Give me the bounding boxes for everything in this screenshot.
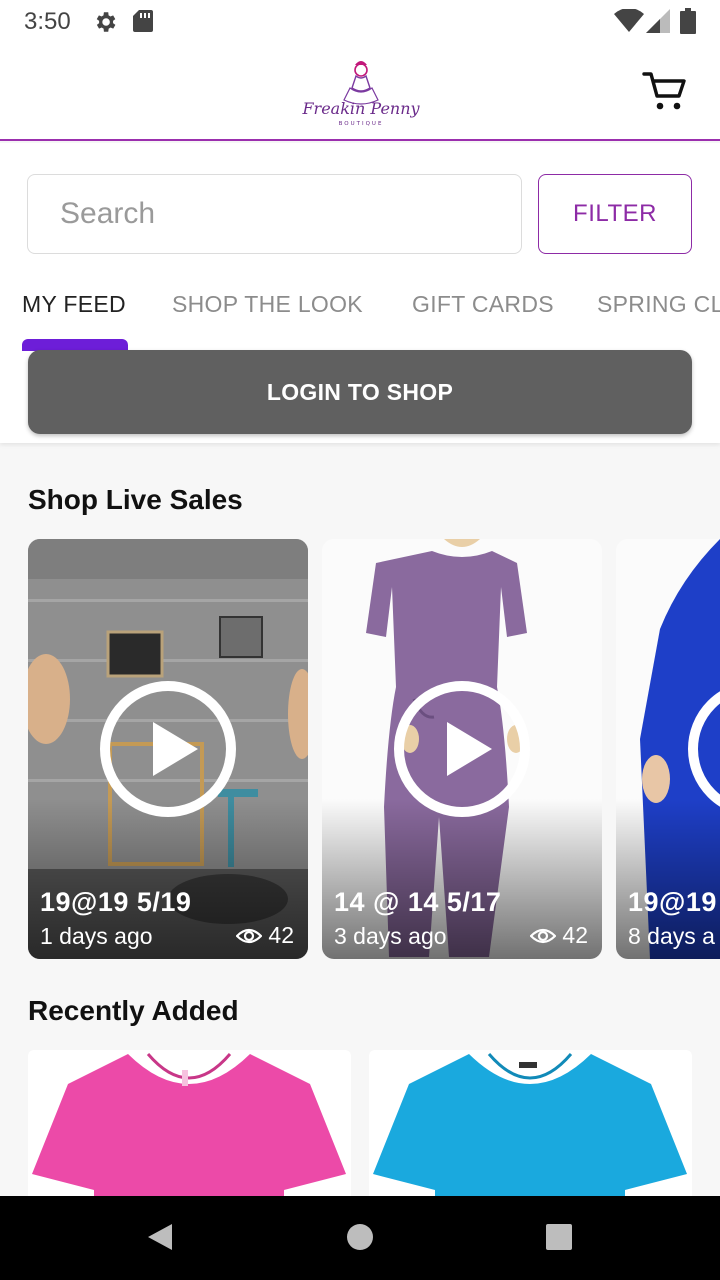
eye-icon (236, 928, 263, 943)
top-panel: Search FILTER MY FEED SHOP THE LOOK GIFT… (0, 143, 720, 443)
live-sale-age: 8 days a (628, 923, 715, 949)
login-to-shop-button[interactable]: LOGIN TO SHOP (28, 350, 692, 434)
live-sale-title: 19@19 (628, 887, 717, 917)
product-image (373, 1053, 687, 1196)
view-count-value: 42 (562, 922, 588, 948)
tab-shop-the-look[interactable]: SHOP THE LOOK (172, 291, 363, 318)
logo-subtext: BOUTIQUE (339, 121, 384, 127)
filter-button[interactable]: FILTER (538, 174, 692, 254)
product-card[interactable] (28, 1050, 351, 1196)
live-sale-age: 3 days ago (334, 923, 447, 949)
sd-card-icon (133, 10, 153, 32)
view-count: 42 (236, 922, 294, 949)
play-icon[interactable] (392, 679, 532, 819)
tab-spring-clearance[interactable]: SPRING CL (597, 291, 720, 318)
battery-icon (680, 8, 696, 34)
search-input[interactable]: Search (27, 174, 522, 254)
play-icon[interactable] (686, 679, 720, 819)
home-icon[interactable] (347, 1224, 373, 1250)
live-sales-title: Shop Live Sales (28, 484, 243, 515)
play-icon[interactable] (98, 679, 238, 819)
category-tabs: MY FEED SHOP THE LOOK GIFT CARDS SPRING … (0, 283, 720, 343)
logo-text: Freakin Penny (301, 99, 420, 118)
status-time: 3:50 (24, 8, 71, 35)
live-sales-carousel[interactable]: 19@19 5/19 1 days ago 42 14 @ 14 5/17 3 … (0, 539, 720, 959)
wifi-icon (614, 9, 644, 32)
recently-added-grid (0, 1050, 720, 1196)
view-count-value: 42 (268, 922, 294, 948)
live-sale-age: 1 days ago (40, 923, 153, 949)
live-sale-card[interactable]: 19@19 8 days a (616, 539, 720, 959)
product-image (32, 1053, 346, 1196)
brand-logo[interactable]: Freakin Penny BOUTIQUE (300, 54, 422, 130)
back-icon[interactable] (146, 1222, 174, 1252)
view-count: 42 (530, 922, 588, 949)
recently-added-title: Recently Added (28, 995, 239, 1026)
live-sale-card[interactable]: 14 @ 14 5/17 3 days ago 42 (322, 539, 602, 959)
search-placeholder: Search (60, 197, 156, 230)
live-sale-title: 14 @ 14 5/17 (334, 887, 502, 917)
tab-gift-cards[interactable]: GIFT CARDS (412, 291, 554, 318)
gear-icon (96, 12, 116, 32)
cart-icon[interactable] (642, 70, 688, 112)
system-nav-bar (0, 1196, 720, 1280)
recent-apps-icon[interactable] (546, 1224, 572, 1250)
live-sale-title: 19@19 5/19 (40, 887, 192, 917)
tab-my-feed[interactable]: MY FEED (22, 291, 126, 318)
eye-icon (530, 928, 557, 943)
status-bar: 3:50 (0, 0, 720, 44)
app-header: Freakin Penny BOUTIQUE (0, 44, 720, 141)
signal-icon (646, 9, 670, 33)
product-card[interactable] (369, 1050, 692, 1196)
live-sale-card[interactable]: 19@19 5/19 1 days ago 42 (28, 539, 308, 959)
